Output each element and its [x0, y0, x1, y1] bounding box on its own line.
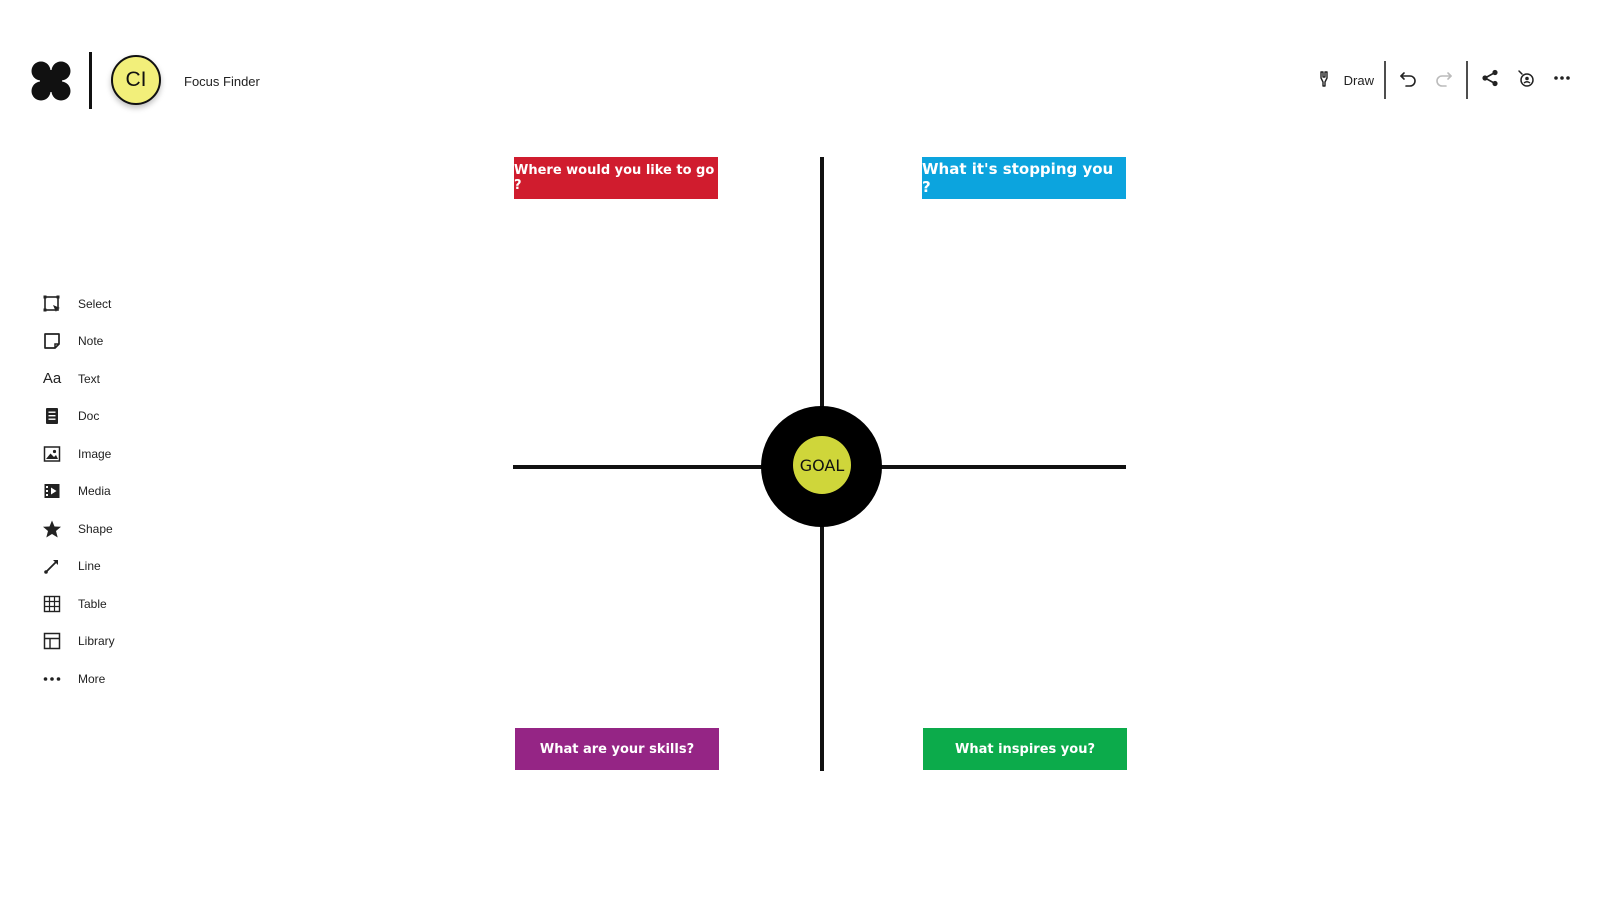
table-icon [40, 592, 64, 616]
tool-label: Image [78, 446, 112, 461]
axis-line-left[interactable] [513, 465, 763, 469]
tool-text[interactable]: Aa Text [40, 360, 160, 398]
note-text: What it's stopping you ? [922, 160, 1114, 196]
board-title[interactable]: Focus Finder [184, 74, 260, 89]
tool-image[interactable]: Image [40, 435, 160, 473]
image-icon [40, 442, 64, 466]
more-options-button[interactable] [1544, 62, 1580, 98]
presence-icon [1516, 68, 1536, 93]
tool-label: Doc [78, 409, 100, 424]
tool-label: Note [78, 334, 104, 349]
tool-label: Line [78, 559, 101, 574]
tool-note[interactable]: Note [40, 323, 160, 361]
redo-icon [1434, 68, 1454, 93]
axis-line-bottom[interactable] [820, 525, 824, 771]
tool-label: Select [78, 296, 112, 311]
note-top-right[interactable]: What it's stopping you ? [922, 157, 1126, 199]
toolbar-separator [1384, 61, 1386, 99]
doc-icon [40, 404, 64, 428]
toolbar-separator [1466, 61, 1468, 99]
media-icon [40, 479, 64, 503]
board-canvas: GOAL Where would you like to go ? What i… [0, 0, 1600, 900]
tool-label: Shape [78, 521, 113, 536]
draw-button[interactable]: Draw [1308, 62, 1380, 98]
note-bottom-right[interactable]: What inspires you? [923, 728, 1127, 770]
undo-icon [1398, 68, 1418, 93]
whiteboard-app: CI Focus Finder Draw Select Note Aa Text… [0, 0, 1600, 900]
axis-line-top[interactable] [820, 157, 824, 407]
note-text: What are your skills? [539, 741, 695, 757]
select-icon [40, 292, 64, 316]
tool-library[interactable]: Library [40, 623, 160, 661]
text-glyph: Aa [42, 370, 62, 388]
axis-line-right[interactable] [880, 465, 1126, 469]
collaborate-button[interactable] [1508, 62, 1544, 98]
star-icon [40, 517, 64, 541]
redo-button[interactable] [1426, 62, 1462, 98]
app-logo-icon[interactable] [29, 59, 73, 103]
note-bottom-left[interactable]: What are your skills? [515, 728, 719, 770]
top-toolbar: Draw [1308, 61, 1580, 99]
tool-media[interactable]: Media [40, 473, 160, 511]
tool-shape[interactable]: Shape [40, 510, 160, 548]
tool-label: Library [78, 634, 115, 649]
header-divider [89, 52, 92, 109]
avatar-initials: CI [125, 68, 147, 91]
tool-label: Media [78, 484, 111, 499]
pen-icon [1314, 69, 1334, 92]
note-text: What inspires you? [954, 741, 1095, 757]
undo-button[interactable] [1390, 62, 1426, 98]
line-icon [40, 554, 64, 578]
tool-label: Table [78, 596, 107, 611]
more-horizontal-icon [1552, 68, 1572, 93]
tool-more[interactable]: More [40, 660, 160, 698]
tool-label: Text [78, 371, 101, 386]
draw-label: Draw [1343, 72, 1374, 88]
note-top-left[interactable]: Where would you like to go ? [514, 157, 718, 199]
share-button[interactable] [1472, 62, 1508, 98]
share-icon [1480, 68, 1500, 93]
tool-label: More [78, 671, 106, 686]
more-horizontal-icon [40, 667, 64, 691]
tool-table[interactable]: Table [40, 585, 160, 623]
text-icon: Aa [40, 367, 64, 391]
tool-rail: Select Note Aa Text Doc Image Media Shap… [40, 285, 160, 698]
goal-circle[interactable]: GOAL [793, 436, 851, 494]
goal-label: GOAL [799, 455, 845, 475]
tool-select[interactable]: Select [40, 285, 160, 323]
tool-line[interactable]: Line [40, 548, 160, 586]
library-icon [40, 629, 64, 653]
tool-doc[interactable]: Doc [40, 398, 160, 436]
note-text: Where would you like to go ? [514, 163, 715, 193]
user-avatar[interactable]: CI [111, 55, 161, 105]
note-icon [40, 329, 64, 353]
